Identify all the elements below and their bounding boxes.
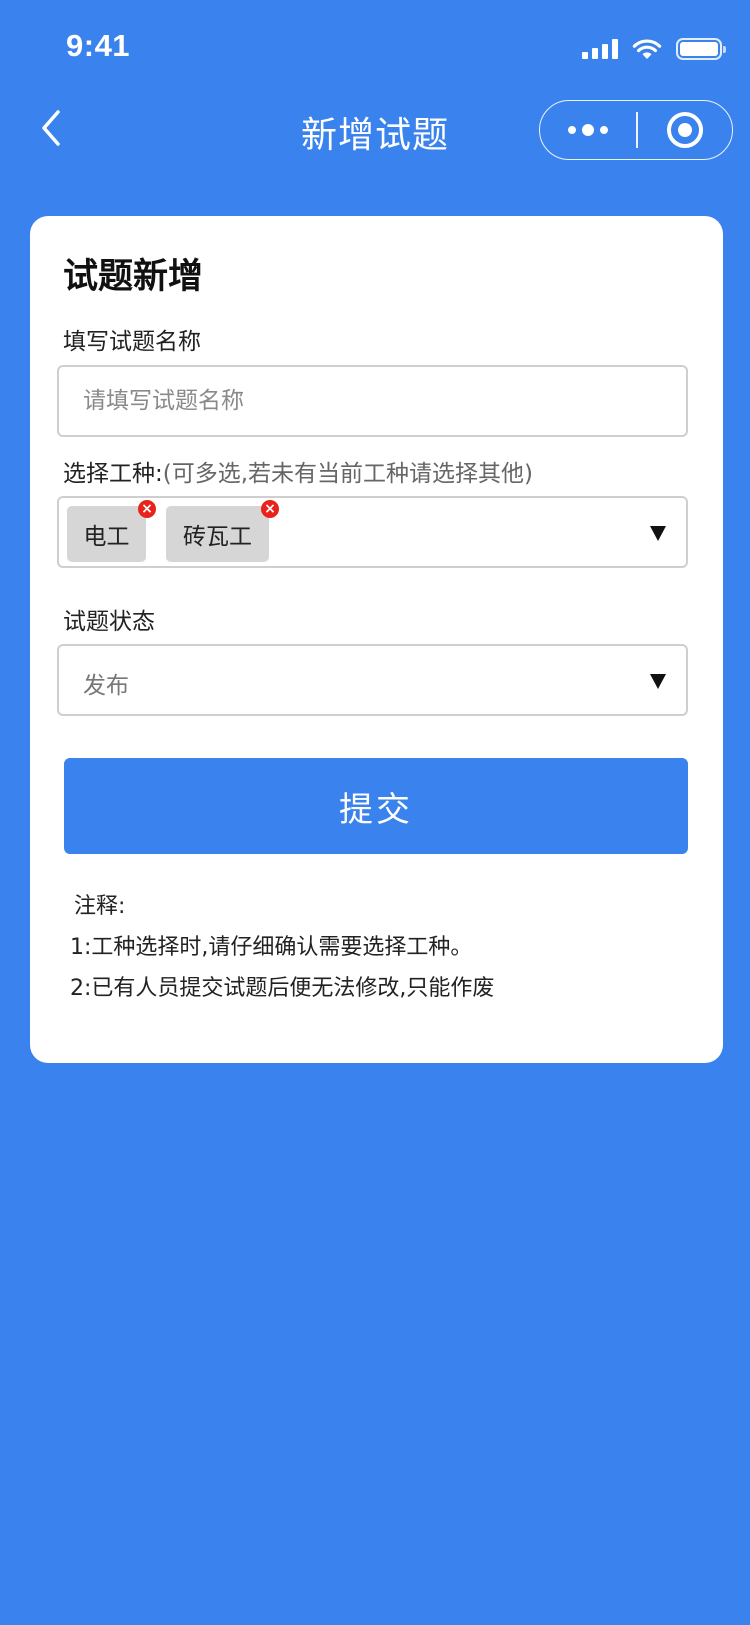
status-time: 9:41 — [66, 28, 131, 63]
question-name-input[interactable] — [59, 367, 686, 435]
trade-tag-label: 电工 — [83, 524, 130, 550]
trade-hint: (可多选,若未有当前工种请选择其他) — [162, 461, 534, 487]
dropdown-arrow-icon[interactable] — [650, 674, 666, 689]
status-icons — [582, 36, 726, 62]
remove-tag-icon[interactable]: × — [138, 500, 156, 518]
status-value: 发布 — [83, 673, 129, 699]
notes-title: 注释: — [74, 894, 126, 919]
trade-tag: 电工 × — [67, 500, 156, 562]
trade-tag-label: 砖瓦工 — [183, 524, 252, 550]
status-label: 试题状态 — [63, 609, 155, 635]
trade-label: 选择工种:(可多选,若未有当前工种请选择其他) — [63, 454, 533, 488]
battery-icon — [676, 38, 726, 60]
note-item: 1:工种选择时,请仔细确认需要选择工种。 — [70, 935, 473, 960]
record-circle-icon — [667, 112, 703, 148]
name-field-box — [57, 365, 688, 437]
form-card: 试题新增 填写试题名称 选择工种:(可多选,若未有当前工种请选择其他) 电工 ×… — [30, 216, 723, 1063]
close-button[interactable] — [638, 101, 732, 159]
mini-program-capsule — [539, 100, 733, 160]
signal-icon — [582, 39, 618, 59]
wifi-icon — [632, 39, 662, 59]
trade-select[interactable]: 电工 × 砖瓦工 × — [57, 496, 688, 568]
remove-tag-icon[interactable]: × — [261, 500, 279, 518]
status-select[interactable]: 发布 — [57, 644, 688, 716]
more-dots-icon — [568, 126, 576, 134]
name-label: 填写试题名称 — [63, 329, 201, 355]
more-button[interactable] — [540, 101, 636, 159]
trade-label-text: 选择工种: — [63, 461, 163, 487]
submit-button[interactable]: 提交 — [64, 758, 688, 854]
trade-tag: 砖瓦工 × — [166, 500, 279, 562]
note-item: 2:已有人员提交试题后便无法修改,只能作废 — [70, 976, 495, 1001]
screen: 9:41 新增试题 试题新增 填写试题名称 请填写试题名称 选择工种:(可多选,… — [0, 0, 750, 1625]
form-heading: 试题新增 — [63, 257, 204, 297]
dropdown-arrow-icon[interactable] — [650, 526, 666, 541]
